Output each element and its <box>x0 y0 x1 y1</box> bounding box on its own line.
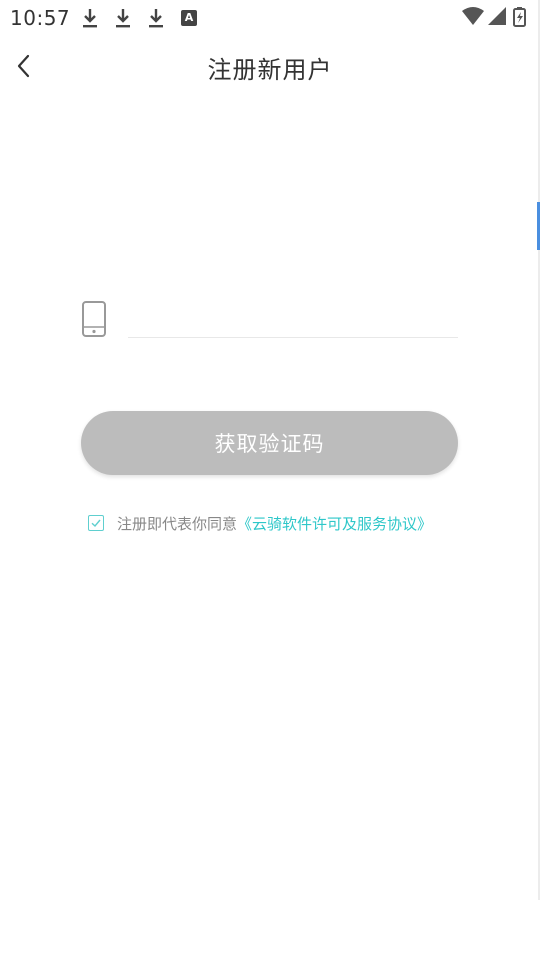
get-code-button[interactable]: 获取验证码 <box>81 411 458 475</box>
status-right-icons <box>462 7 526 27</box>
status-bar: 10:57 A <box>0 0 540 36</box>
check-icon <box>91 519 101 528</box>
agreement-checkbox[interactable] <box>88 515 104 531</box>
status-time: 10:57 <box>10 6 71 30</box>
phone-icon <box>82 301 106 337</box>
battery-charging-icon <box>513 7 526 27</box>
phone-input[interactable] <box>128 304 458 338</box>
download-icon <box>83 9 97 28</box>
cell-signal-icon <box>488 7 506 25</box>
header: 注册新用户 <box>0 40 540 92</box>
a-icon: A <box>181 10 197 26</box>
agreement-row: 注册即代表你同意 《云骑软件许可及服务协议》 <box>88 511 432 535</box>
page-title: 注册新用户 <box>207 56 333 84</box>
wifi-icon <box>462 7 484 25</box>
agreement-text: 注册即代表你同意 <box>117 514 238 533</box>
download-icon <box>116 9 130 28</box>
agreement-link[interactable]: 《云骑软件许可及服务协议》 <box>237 513 432 534</box>
download-icon <box>149 9 163 28</box>
